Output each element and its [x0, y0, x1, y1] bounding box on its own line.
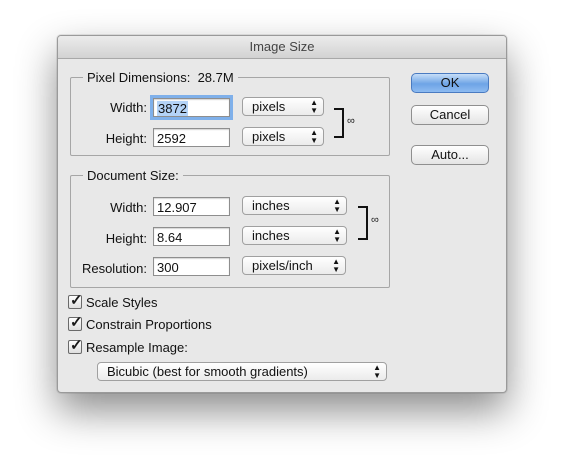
constrain-proportions-label[interactable]: Constrain Proportions [86, 317, 212, 332]
doc-height-label: Height: [105, 231, 147, 246]
resample-method-popup[interactable]: Bicubic (best for smooth gradients) ▲ ▼ [97, 362, 387, 381]
ok-button[interactable]: OK [411, 73, 489, 93]
updown-arrows-icon: ▲ ▼ [310, 97, 318, 115]
pixel-dimensions-legend: Pixel Dimensions: [87, 70, 191, 85]
pixel-dimensions-size: 28.7M [197, 70, 234, 85]
updown-arrows-icon: ▲ ▼ [332, 256, 340, 274]
updown-arrows-icon: ▲ ▼ [373, 362, 381, 380]
checkmark-icon: ✓ [70, 292, 83, 309]
resample-image-checkbox[interactable]: ✓ [68, 337, 83, 354]
pixel-link-bracket [334, 108, 344, 138]
doc-height-input[interactable]: 8.64 [153, 227, 230, 246]
resample-image-label[interactable]: Resample Image: [86, 340, 188, 355]
cancel-button[interactable]: Cancel [411, 105, 489, 125]
resolution-input[interactable]: 300 [153, 257, 230, 276]
doc-width-input[interactable]: 12.907 [153, 197, 230, 216]
pixel-height-unit-popup[interactable]: pixels ▲ ▼ [242, 127, 324, 146]
doc-width-unit-popup[interactable]: inches ▲ ▼ [242, 196, 347, 215]
pixel-width-input[interactable]: 3872 [150, 95, 233, 120]
doc-link-bracket [358, 206, 368, 240]
updown-arrows-icon: ▲ ▼ [310, 127, 318, 145]
chain-link-icon[interactable]: ∞ [347, 115, 355, 127]
document-size-legend: Document Size: [87, 168, 179, 183]
doc-height-unit-popup[interactable]: inches ▲ ▼ [242, 226, 347, 245]
constrain-proportions-checkbox[interactable]: ✓ [68, 314, 83, 331]
doc-width-label: Width: [110, 200, 147, 215]
pixel-height-label: Height: [105, 131, 147, 146]
updown-arrows-icon: ▲ ▼ [333, 196, 341, 214]
updown-arrows-icon: ▲ ▼ [333, 226, 341, 244]
scale-styles-checkbox[interactable]: ✓ [68, 292, 83, 309]
chain-link-icon[interactable]: ∞ [371, 214, 379, 226]
resolution-label: Resolution: [81, 261, 147, 276]
image-size-dialog: Image Size Pixel Dimensions: 28.7M Width… [57, 35, 507, 393]
checkmark-icon: ✓ [70, 337, 83, 354]
pixel-width-unit-popup[interactable]: pixels ▲ ▼ [242, 97, 324, 116]
auto-button[interactable]: Auto... [411, 145, 489, 165]
pixel-width-label: Width: [110, 100, 147, 115]
dialog-title: Image Size [58, 36, 506, 59]
resolution-unit-popup[interactable]: pixels/inch ▲ ▼ [242, 256, 346, 275]
checkmark-icon: ✓ [70, 314, 83, 331]
pixel-height-input[interactable]: 2592 [153, 128, 230, 147]
scale-styles-label[interactable]: Scale Styles [86, 295, 158, 310]
